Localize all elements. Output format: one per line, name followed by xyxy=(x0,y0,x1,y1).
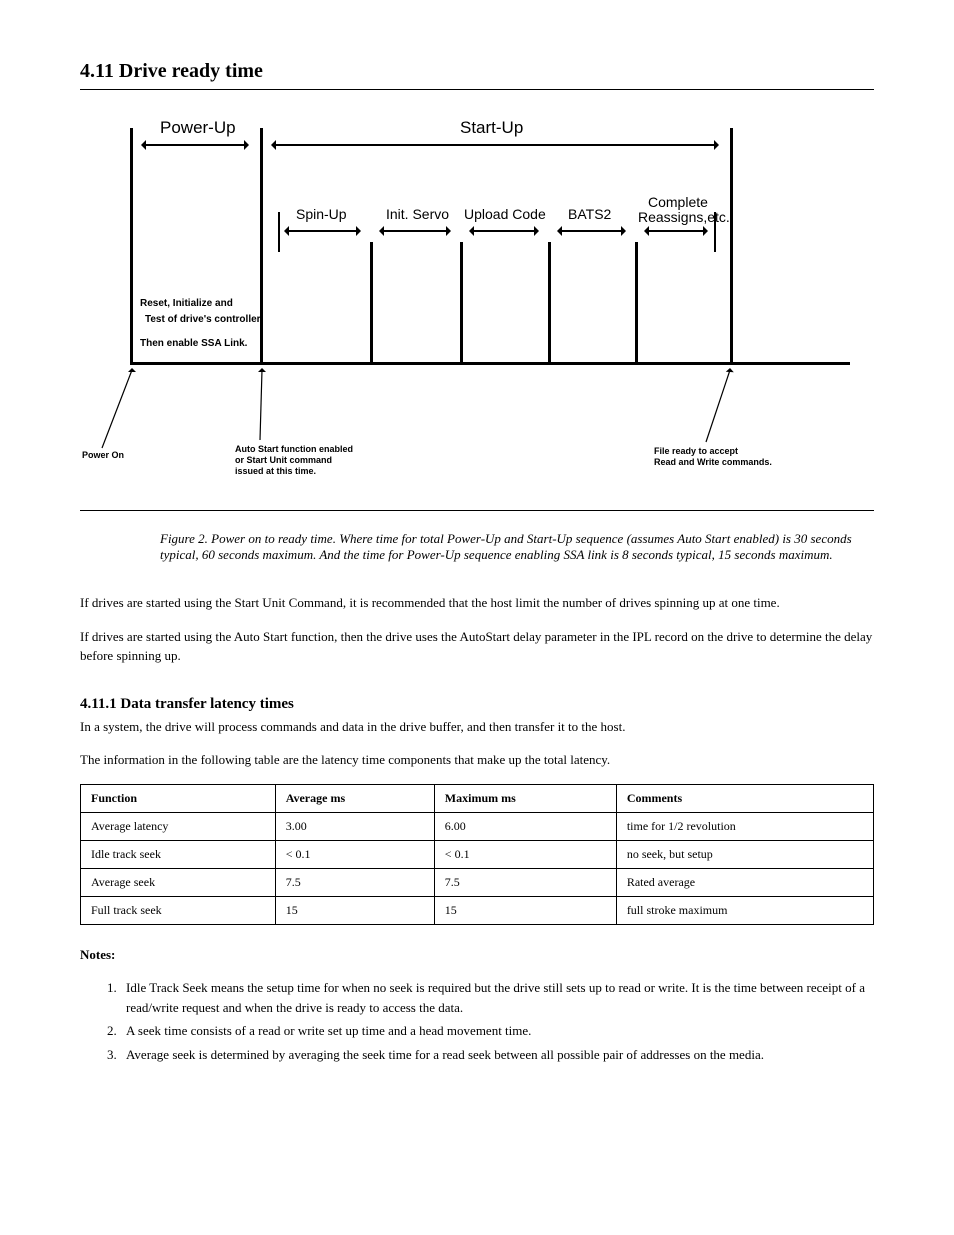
sub-upload-label: Upload Code xyxy=(464,206,546,222)
box-text-1: Reset, Initialize and xyxy=(140,298,233,309)
th-comments: Comments xyxy=(616,784,873,812)
sub-complete-label-1: Complete xyxy=(648,194,708,210)
latency-para-2: The information in the following table a… xyxy=(80,750,874,770)
note-item: A seek time consists of a read or write … xyxy=(120,1021,874,1041)
box-text-2: Test of drive's controller. xyxy=(145,314,263,325)
rule-after-diagram xyxy=(80,510,874,511)
para-start-unit: If drives are started using the Start Un… xyxy=(80,593,874,613)
note-item: Average seek is determined by averaging … xyxy=(120,1045,874,1065)
latency-table: Function Average ms Maximum ms Comments … xyxy=(80,784,874,925)
subheading-latency: 4.11.1 Data transfer latency times xyxy=(80,696,874,713)
sub-complete-label-2: Reassigns,etc. xyxy=(638,209,730,225)
sub-servo-label: Init. Servo xyxy=(386,206,449,222)
section-title: Drive ready time xyxy=(119,60,263,82)
notes-label: Notes: xyxy=(80,947,115,962)
table-row: Average latency 3.00 6.00 time for 1/2 r… xyxy=(81,812,874,840)
power-up-diagram: Power-Up Start-Up Spin-Up Init. Servo Up… xyxy=(90,102,870,502)
table-row: Average seek 7.5 7.5 Rated average xyxy=(81,868,874,896)
sub-bats2-label: BATS2 xyxy=(568,206,611,222)
callout-ready-1: File ready to accept xyxy=(654,446,738,456)
figure-caption: Figure 2. Power on to ready time. Where … xyxy=(160,531,874,563)
notes-list: Idle Track Seek means the setup time for… xyxy=(80,978,874,1064)
callout-auto-2: or Start Unit command xyxy=(235,455,332,465)
note-item: Idle Track Seek means the setup time for… xyxy=(120,978,874,1017)
para-auto-start: If drives are started using the Auto Sta… xyxy=(80,627,874,666)
table-row: Full track seek 15 15 full stroke maximu… xyxy=(81,896,874,924)
callout-auto-3: issued at this time. xyxy=(235,466,316,476)
callout-auto-1: Auto Start function enabled xyxy=(235,444,353,454)
sub-spinup-label: Spin-Up xyxy=(296,206,347,222)
phase-power-up-label: Power-Up xyxy=(160,118,236,138)
th-max: Maximum ms xyxy=(434,784,616,812)
th-function: Function xyxy=(81,784,276,812)
phase-start-up-label: Start-Up xyxy=(460,118,523,138)
rule-top xyxy=(80,89,874,90)
th-avg: Average ms xyxy=(275,784,434,812)
latency-para-1: In a system, the drive will process comm… xyxy=(80,717,874,737)
table-row: Idle track seek < 0.1 < 0.1 no seek, but… xyxy=(81,840,874,868)
callout-poweron: Power On xyxy=(82,450,124,460)
table-header-row: Function Average ms Maximum ms Comments xyxy=(81,784,874,812)
callout-ready-2: Read and Write commands. xyxy=(654,457,772,467)
box-text-3: Then enable SSA Link. xyxy=(140,338,247,349)
section-number: 4.11 xyxy=(80,60,114,82)
